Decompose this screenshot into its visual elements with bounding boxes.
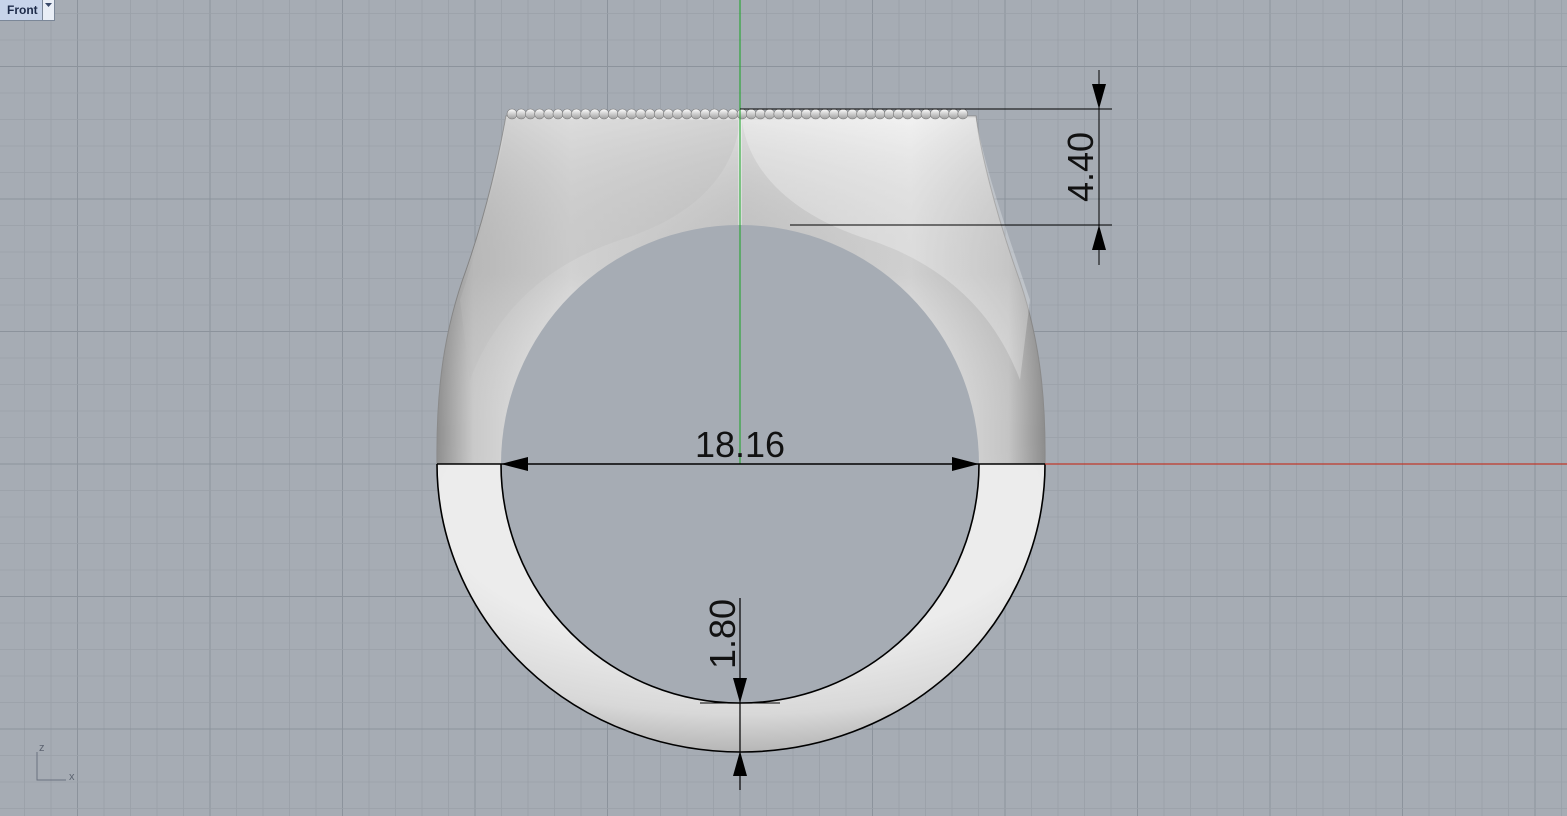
bead (543, 108, 555, 120)
bead (534, 108, 545, 120)
bead (810, 108, 821, 120)
dimension-inner-diameter-label: 18.16 (695, 424, 785, 465)
bead (948, 108, 959, 120)
chevron-down-icon[interactable] (41, 0, 54, 20)
axis-gizmo: z x (36, 742, 75, 783)
bead (939, 108, 950, 120)
bead (764, 108, 775, 120)
bead (699, 108, 711, 120)
bead (635, 108, 647, 120)
bead (911, 108, 923, 120)
axis-gizmo-x-label: x (69, 771, 75, 783)
bead (626, 108, 637, 120)
bead (801, 108, 812, 120)
bead (681, 108, 693, 120)
bead (883, 108, 895, 120)
bead (607, 108, 619, 120)
front-viewport[interactable]: 18.16 4.40 1.80 z x Front (0, 0, 1567, 816)
bead (727, 108, 739, 120)
bead (736, 108, 748, 120)
bead (589, 108, 601, 120)
bead (893, 108, 904, 120)
bead (653, 108, 665, 120)
bead (672, 108, 683, 120)
bead (782, 108, 794, 120)
bead (506, 108, 518, 120)
bead (902, 108, 913, 120)
bead (709, 108, 720, 120)
bead (690, 108, 702, 120)
bead (745, 108, 757, 120)
bead (598, 108, 610, 120)
axis-gizmo-z-label: z (39, 742, 45, 754)
bead (755, 108, 766, 120)
bead (718, 108, 729, 120)
bead (515, 108, 527, 120)
bead (525, 108, 536, 120)
bead (561, 108, 573, 120)
bead (580, 108, 591, 120)
viewport-name[interactable]: Front (0, 0, 42, 20)
bead (957, 108, 969, 120)
bead (828, 108, 840, 120)
dimension-top-height-label: 4.40 (1060, 132, 1101, 202)
bead (837, 108, 849, 120)
dimension-shank-thickness-label: 1.80 (702, 599, 743, 669)
bead (856, 108, 867, 120)
bead (617, 108, 628, 120)
bead (819, 108, 831, 120)
bead (865, 108, 877, 120)
bead (644, 108, 656, 120)
bead (847, 108, 858, 120)
bead (920, 108, 932, 120)
bead (929, 108, 941, 120)
bead (791, 108, 803, 120)
bead (663, 108, 674, 120)
bead (552, 108, 564, 120)
bead (571, 108, 582, 120)
viewport-title-tab[interactable]: Front (0, 0, 55, 21)
bead (773, 108, 785, 120)
viewport-canvas[interactable]: 18.16 4.40 1.80 z x (0, 0, 1567, 816)
bead (874, 108, 886, 120)
